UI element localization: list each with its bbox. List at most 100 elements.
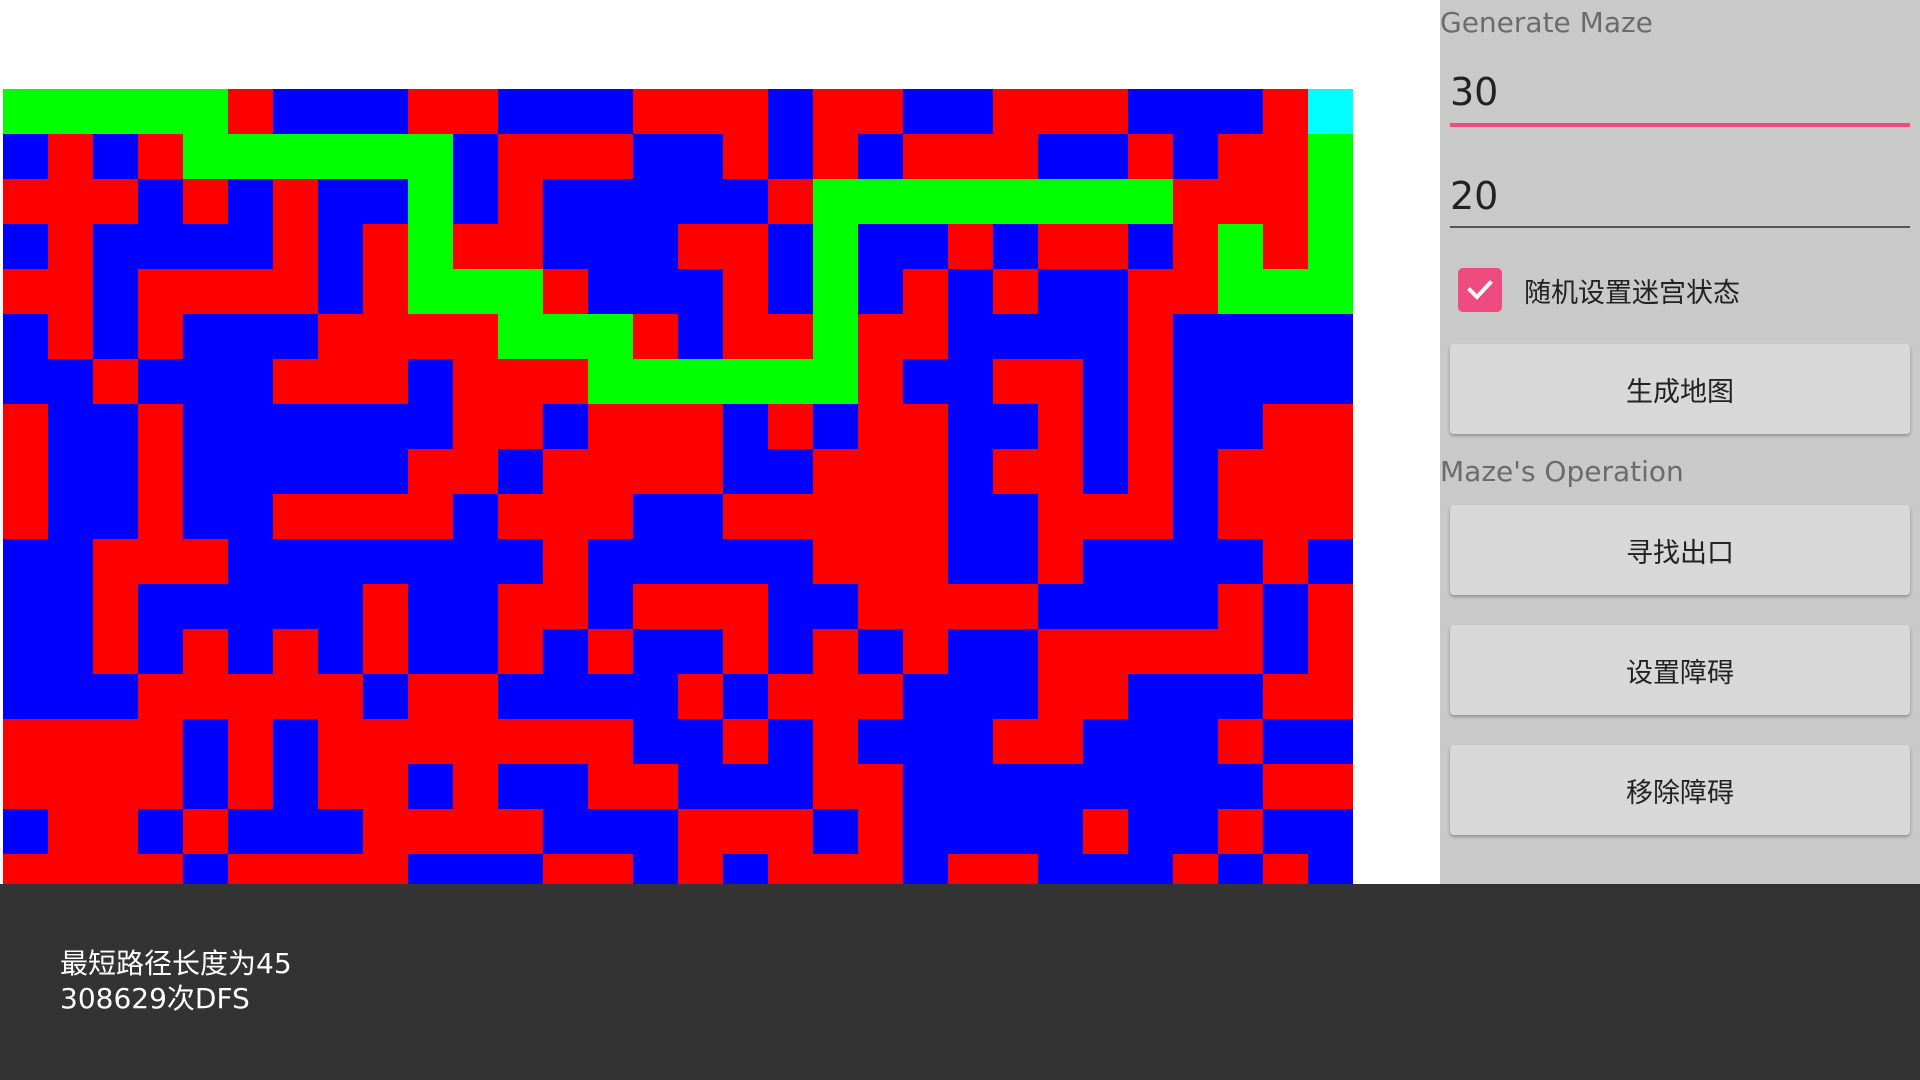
maze-cell-path[interactable] bbox=[1308, 269, 1353, 314]
maze-cell-open[interactable] bbox=[93, 269, 138, 314]
maze-cell-open[interactable] bbox=[3, 224, 48, 269]
maze-cell-wall[interactable] bbox=[723, 224, 768, 269]
maze-cell-open[interactable] bbox=[948, 359, 993, 404]
maze-cell-open[interactable] bbox=[363, 674, 408, 719]
maze-cell-wall[interactable] bbox=[588, 449, 633, 494]
maze-cell-open[interactable] bbox=[768, 224, 813, 269]
maze-cell-open[interactable] bbox=[948, 404, 993, 449]
maze-cell-wall[interactable] bbox=[1308, 764, 1353, 809]
maze-cell-open[interactable] bbox=[1218, 539, 1263, 584]
maze-cell-wall[interactable] bbox=[903, 539, 948, 584]
maze-cell-open[interactable] bbox=[948, 269, 993, 314]
maze-cell-path[interactable] bbox=[318, 134, 363, 179]
maze-cell-open[interactable] bbox=[1308, 719, 1353, 764]
maze-cell-open[interactable] bbox=[543, 674, 588, 719]
maze-cell-wall[interactable] bbox=[813, 719, 858, 764]
maze-cell-open[interactable] bbox=[228, 494, 273, 539]
maze-cell-open[interactable] bbox=[318, 539, 363, 584]
maze-cell-open[interactable] bbox=[48, 629, 93, 674]
maze-cell-wall[interactable] bbox=[948, 224, 993, 269]
maze-grid[interactable] bbox=[3, 89, 1353, 899]
maze-cell-open[interactable] bbox=[1263, 359, 1308, 404]
maze-cell-open[interactable] bbox=[678, 764, 723, 809]
maze-cell-open[interactable] bbox=[453, 584, 498, 629]
maze-cell-open[interactable] bbox=[93, 224, 138, 269]
maze-cell-open[interactable] bbox=[48, 584, 93, 629]
maze-cell-wall[interactable] bbox=[1263, 674, 1308, 719]
maze-cell-open[interactable] bbox=[723, 764, 768, 809]
maze-cell-open[interactable] bbox=[453, 494, 498, 539]
maze-cell-wall[interactable] bbox=[633, 314, 678, 359]
maze-cell-wall[interactable] bbox=[363, 359, 408, 404]
maze-cell-open[interactable] bbox=[318, 584, 363, 629]
maze-cell-wall[interactable] bbox=[1218, 629, 1263, 674]
maze-cell-wall[interactable] bbox=[1083, 809, 1128, 854]
maze-cell-wall[interactable] bbox=[813, 629, 858, 674]
maze-cell-open[interactable] bbox=[1083, 719, 1128, 764]
maze-cell-wall[interactable] bbox=[1218, 179, 1263, 224]
maze-cell-open[interactable] bbox=[498, 674, 543, 719]
maze-cell-open[interactable] bbox=[903, 224, 948, 269]
maze-cell-open[interactable] bbox=[633, 539, 678, 584]
maze-cell-open[interactable] bbox=[318, 629, 363, 674]
maze-cell-wall[interactable] bbox=[813, 539, 858, 584]
maze-cell-path[interactable] bbox=[48, 89, 93, 134]
maze-cell-wall[interactable] bbox=[1083, 629, 1128, 674]
maze-cell-open[interactable] bbox=[1083, 314, 1128, 359]
maze-cell-open[interactable] bbox=[813, 584, 858, 629]
maze-cell-open[interactable] bbox=[363, 449, 408, 494]
maze-cell-open[interactable] bbox=[993, 494, 1038, 539]
maze-cell-path[interactable] bbox=[723, 359, 768, 404]
maze-cell-wall[interactable] bbox=[273, 269, 318, 314]
maze-cell-open[interactable] bbox=[228, 179, 273, 224]
maze-cell-open[interactable] bbox=[318, 809, 363, 854]
maze-cell-open[interactable] bbox=[408, 764, 453, 809]
maze-cell-wall[interactable] bbox=[1128, 359, 1173, 404]
maze-cell-open[interactable] bbox=[723, 449, 768, 494]
maze-cell-open[interactable] bbox=[1173, 494, 1218, 539]
maze-cell-open[interactable] bbox=[993, 404, 1038, 449]
maze-cell-open[interactable] bbox=[903, 719, 948, 764]
maze-cell-wall[interactable] bbox=[813, 134, 858, 179]
rows-input[interactable] bbox=[1450, 56, 1910, 128]
maze-cell-open[interactable] bbox=[273, 809, 318, 854]
maze-cell-open[interactable] bbox=[3, 584, 48, 629]
maze-cell-wall[interactable] bbox=[768, 494, 813, 539]
maze-cell-open[interactable] bbox=[93, 404, 138, 449]
maze-cell-path[interactable] bbox=[588, 359, 633, 404]
maze-cell-wall[interactable] bbox=[1083, 674, 1128, 719]
maze-cell-open[interactable] bbox=[498, 764, 543, 809]
maze-cell-wall[interactable] bbox=[1038, 449, 1083, 494]
maze-cell-wall[interactable] bbox=[858, 359, 903, 404]
maze-cell-wall[interactable] bbox=[723, 809, 768, 854]
maze-cell-open[interactable] bbox=[138, 179, 183, 224]
maze-cell-wall[interactable] bbox=[1218, 809, 1263, 854]
maze-cell-wall[interactable] bbox=[1083, 494, 1128, 539]
maze-cell-open[interactable] bbox=[48, 539, 93, 584]
maze-cell-wall[interactable] bbox=[723, 269, 768, 314]
maze-cell-open[interactable] bbox=[588, 674, 633, 719]
maze-cell-open[interactable] bbox=[228, 404, 273, 449]
maze-cell-open[interactable] bbox=[318, 224, 363, 269]
maze-cell-wall[interactable] bbox=[858, 809, 903, 854]
maze-cell-wall[interactable] bbox=[723, 629, 768, 674]
maze-cell-wall[interactable] bbox=[723, 134, 768, 179]
maze-cell-open[interactable] bbox=[1083, 584, 1128, 629]
maze-cell-wall[interactable] bbox=[993, 449, 1038, 494]
maze-cell-path[interactable] bbox=[813, 179, 858, 224]
maze-cell-wall[interactable] bbox=[1263, 764, 1308, 809]
maze-cell-open[interactable] bbox=[138, 629, 183, 674]
maze-cell-wall[interactable] bbox=[723, 719, 768, 764]
maze-cell-wall[interactable] bbox=[858, 584, 903, 629]
maze-cell-wall[interactable] bbox=[723, 314, 768, 359]
maze-cell-wall[interactable] bbox=[498, 179, 543, 224]
maze-cell-open[interactable] bbox=[633, 134, 678, 179]
maze-cell-wall[interactable] bbox=[588, 629, 633, 674]
maze-cell-wall[interactable] bbox=[138, 134, 183, 179]
maze-cell-open[interactable] bbox=[93, 134, 138, 179]
maze-cell-open[interactable] bbox=[138, 359, 183, 404]
maze-cell-exit[interactable] bbox=[1308, 89, 1353, 134]
maze-cell-wall[interactable] bbox=[903, 404, 948, 449]
maze-cell-open[interactable] bbox=[183, 224, 228, 269]
maze-cell-open[interactable] bbox=[948, 539, 993, 584]
